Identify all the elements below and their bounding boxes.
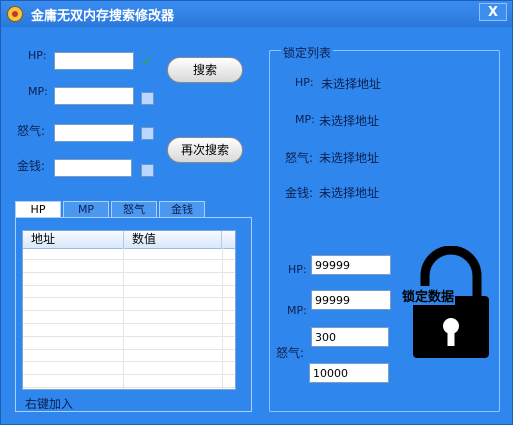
list-header: 地址 数值: [23, 231, 235, 249]
lock-caption: 锁定数据: [401, 286, 456, 305]
tab-rage[interactable]: 怒气: [111, 201, 157, 217]
tab-mp[interactable]: MP: [63, 201, 109, 217]
lock-mp-label: MP:: [295, 113, 315, 126]
column-address[interactable]: 地址: [23, 231, 124, 248]
table-row[interactable]: [23, 299, 235, 312]
rage-label: 怒气:: [17, 124, 46, 138]
lock-rage-label: 怒气:: [285, 151, 314, 165]
hp-label: HP:: [28, 49, 47, 62]
table-row[interactable]: [23, 325, 235, 337]
title-bar[interactable]: 金庸无双内存搜索修改器 X: [1, 1, 512, 27]
lock-group-title: 锁定列表: [281, 44, 334, 61]
table-row[interactable]: [23, 376, 235, 388]
lock-hp-label: HP:: [295, 76, 314, 89]
rage-checkbox[interactable]: [141, 127, 154, 140]
hp-search-input[interactable]: [54, 52, 134, 70]
table-row[interactable]: [23, 286, 235, 299]
money-label: 金钱:: [17, 159, 46, 173]
lock-hp-value-input[interactable]: [311, 255, 391, 275]
column-value[interactable]: 数值: [124, 231, 222, 248]
mp-label: MP:: [28, 85, 48, 98]
tab-money[interactable]: 金钱: [159, 201, 205, 217]
lock-money-value-input[interactable]: [309, 363, 389, 383]
lock-rage-value-input[interactable]: [311, 327, 389, 347]
table-row[interactable]: [23, 274, 235, 286]
table-row[interactable]: [23, 312, 235, 324]
main-window: 金庸无双内存搜索修改器 X HP: ✓ MP: 怒气: 金钱: 搜索 再次搜索 …: [0, 0, 513, 425]
app-icon: [7, 6, 23, 22]
lock-rage-value-label: 怒气:: [276, 346, 305, 360]
lock-rage-status: 未选择地址: [319, 151, 380, 165]
lock-hp-status: 未选择地址: [321, 77, 382, 91]
table-row[interactable]: [23, 363, 235, 376]
table-row[interactable]: [23, 338, 235, 350]
hp-checkbox[interactable]: ✓: [141, 52, 154, 70]
money-search-input[interactable]: [54, 159, 132, 177]
check-icon: ✓: [141, 52, 154, 70]
lock-money-status: 未选择地址: [319, 186, 380, 200]
search-button[interactable]: 搜索: [167, 57, 243, 83]
list-grid: [23, 248, 235, 389]
window-title: 金庸无双内存搜索修改器: [31, 9, 175, 24]
table-row[interactable]: [23, 350, 235, 363]
lock-mp-status: 未选择地址: [319, 114, 380, 128]
lock-hp-value-label: HP:: [288, 263, 307, 276]
tab-hp[interactable]: HP: [15, 201, 61, 218]
close-button[interactable]: X: [479, 3, 507, 21]
table-row[interactable]: [23, 261, 235, 273]
mp-search-input[interactable]: [54, 87, 134, 105]
mp-checkbox[interactable]: [141, 92, 154, 105]
lock-data-button[interactable]: 锁定数据: [401, 245, 491, 358]
research-button[interactable]: 再次搜索: [167, 137, 243, 163]
address-list[interactable]: 地址 数值: [22, 230, 236, 390]
lock-mp-value-label: MP:: [287, 304, 307, 317]
lock-money-label: 金钱:: [285, 186, 314, 200]
table-row[interactable]: [23, 248, 235, 260]
rage-search-input[interactable]: [54, 124, 134, 142]
lock-mp-value-input[interactable]: [311, 290, 391, 310]
list-footer-hint: 右键加入: [25, 397, 74, 411]
money-checkbox[interactable]: [141, 164, 154, 177]
